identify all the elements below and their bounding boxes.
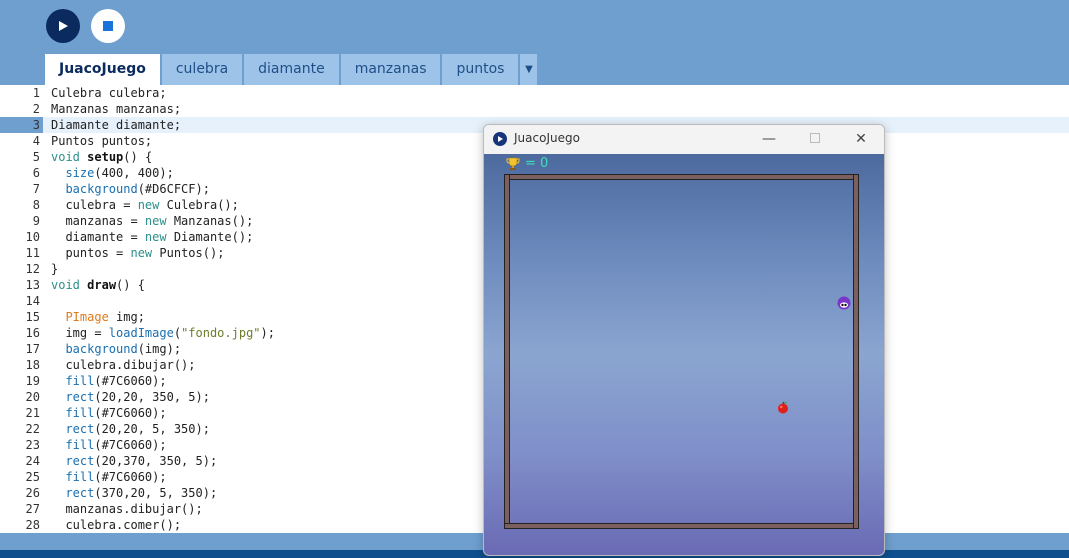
line-number: 10 xyxy=(25,230,40,244)
minimize-icon: — xyxy=(762,131,776,147)
line-number: 2 xyxy=(32,102,40,116)
line-code: culebra.dibujar(); xyxy=(51,358,196,372)
line-code: PImage img; xyxy=(65,310,145,324)
wall-left xyxy=(504,174,510,529)
sketch-tabs: JuacoJuego culebra diamante manzanas pun… xyxy=(45,54,538,85)
line-number: 5 xyxy=(32,150,40,164)
line-code: rect(20,20, 350, 5); xyxy=(65,390,210,404)
processing-app-icon xyxy=(493,132,507,146)
maximize-button[interactable] xyxy=(800,131,830,147)
line-code: background(#D6CFCF); xyxy=(65,182,210,196)
line-number: 19 xyxy=(25,374,40,388)
tab-culebra[interactable]: culebra xyxy=(161,54,243,85)
line-code: img = loadImage("fondo.jpg"); xyxy=(51,326,275,340)
stop-button[interactable] xyxy=(91,9,125,43)
line-number: 13 xyxy=(25,278,40,292)
line-number: 21 xyxy=(25,406,40,420)
line-code: rect(20,370, 350, 5); xyxy=(65,454,218,468)
line-code: } xyxy=(51,262,59,276)
snake-head xyxy=(837,296,851,310)
close-button[interactable]: ✕ xyxy=(846,131,876,147)
wall-top xyxy=(504,174,859,180)
line-code: fill(#7C6060); xyxy=(65,374,167,388)
stop-icon xyxy=(103,21,113,31)
line-number: 22 xyxy=(25,422,40,436)
line-code: manzanas = new Manzanas(); xyxy=(51,214,254,228)
line-number: 25 xyxy=(25,470,40,484)
line-number: 17 xyxy=(25,342,40,356)
line-number: 9 xyxy=(32,214,40,228)
game-canvas[interactable]: = 0 xyxy=(484,154,884,555)
line-code: fill(#7C6060); xyxy=(65,406,167,420)
chevron-down-icon: ▼ xyxy=(525,64,533,75)
line-number: 27 xyxy=(25,502,40,516)
close-icon: ✕ xyxy=(855,131,867,147)
line-number: 15 xyxy=(25,310,40,324)
line-number: 11 xyxy=(25,246,40,260)
tab-juacojuego[interactable]: JuacoJuego xyxy=(45,54,160,85)
wall-right xyxy=(853,174,859,529)
line-code: fill(#7C6060); xyxy=(65,438,167,452)
line-number: 7 xyxy=(32,182,40,196)
maximize-icon xyxy=(810,133,820,143)
apple-icon xyxy=(778,401,788,414)
line-number: 28 xyxy=(25,518,40,532)
line-number: 18 xyxy=(25,358,40,372)
line-number: 3 xyxy=(32,118,40,132)
tab-diamante[interactable]: diamante xyxy=(244,54,339,85)
line-number: 16 xyxy=(25,326,40,340)
window-title: JuacoJuego xyxy=(514,131,580,145)
line-code: void setup() { xyxy=(51,150,153,164)
line-code: culebra.comer(); xyxy=(51,518,182,532)
line-code: rect(370,20, 5, 350); xyxy=(65,486,218,500)
minimize-button[interactable]: — xyxy=(754,131,784,147)
tab-menu-button[interactable]: ▼ xyxy=(520,54,538,85)
line-number: 4 xyxy=(32,134,40,148)
sketch-window: JuacoJuego — ✕ = 0 xyxy=(483,124,885,556)
line-code: background(img); xyxy=(65,342,182,356)
line-code: rect(20,20, 5, 350); xyxy=(65,422,210,436)
line-number: 23 xyxy=(25,438,40,452)
line-code: manzanas.dibujar(); xyxy=(51,502,203,516)
line-number: 14 xyxy=(25,294,40,308)
wall-bottom xyxy=(504,523,859,529)
toolbar xyxy=(0,0,1069,54)
line-code: diamante = new Diamante(); xyxy=(51,230,254,244)
tab-manzanas[interactable]: manzanas xyxy=(340,54,441,85)
code-line[interactable]: 1 Culebra culebra; xyxy=(0,85,1069,101)
score-text: = 0 xyxy=(525,156,549,171)
line-code: Manzanas manzanas; xyxy=(51,102,182,116)
line-code: fill(#7C6060); xyxy=(65,470,167,484)
play-icon xyxy=(59,21,68,31)
window-titlebar[interactable]: JuacoJuego — ✕ xyxy=(484,125,884,154)
line-code: culebra = new Culebra(); xyxy=(51,198,239,212)
line-code: Culebra culebra; xyxy=(51,86,167,100)
run-button[interactable] xyxy=(46,9,80,43)
line-number: 26 xyxy=(25,486,40,500)
line-code: size(400, 400); xyxy=(65,166,174,180)
line-number: 20 xyxy=(25,390,40,404)
line-code: Puntos puntos; xyxy=(51,134,153,148)
tab-puntos[interactable]: puntos xyxy=(442,54,519,85)
line-number: 1 xyxy=(32,86,40,100)
trophy-icon xyxy=(506,157,520,170)
line-number: 24 xyxy=(25,454,40,468)
line-number: 12 xyxy=(25,262,40,276)
code-line[interactable]: 2 Manzanas manzanas; xyxy=(0,101,1069,117)
line-code: puntos = new Puntos(); xyxy=(51,246,225,260)
line-number: 6 xyxy=(32,166,40,180)
line-code: Diamante diamante; xyxy=(51,118,182,132)
line-code: void draw() { xyxy=(51,278,145,292)
line-number: 8 xyxy=(32,198,40,212)
